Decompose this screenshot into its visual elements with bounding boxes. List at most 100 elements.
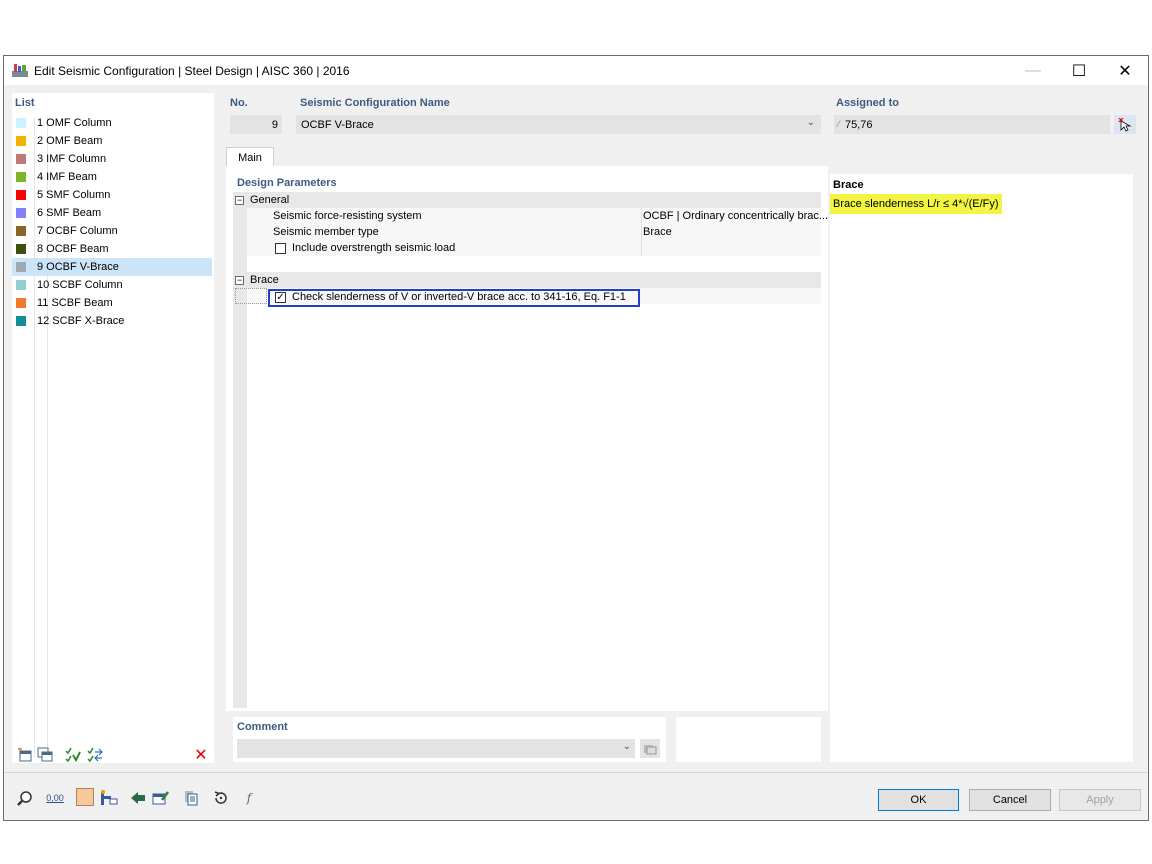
list-item[interactable]: 10 SCBF Column (12, 276, 212, 294)
general-group-row (233, 192, 821, 208)
color-swatch (16, 172, 26, 182)
formula-text: Brace slenderness L/r ≤ 4*√(E/Fy) (833, 198, 999, 210)
swap-items-icon[interactable] (86, 746, 104, 764)
no-header: No. (230, 97, 248, 109)
color-swatch (16, 262, 26, 272)
comment-combobox[interactable]: ⌄ (237, 739, 635, 758)
color-swatch (16, 154, 26, 164)
color-icon[interactable] (76, 788, 94, 806)
select-objects-button[interactable] (1114, 115, 1136, 134)
separator (4, 772, 1148, 773)
seismic-system-value[interactable]: OCBF | Ordinary concentrically brac... (643, 208, 828, 224)
no-field: 9 (230, 115, 282, 134)
list-item[interactable]: 11 SCBF Beam (12, 294, 212, 312)
grid-divider (641, 208, 642, 256)
maximize-button[interactable]: ☐ (1056, 56, 1102, 85)
general-label: General (250, 194, 290, 206)
apply-button[interactable]: Apply (1059, 789, 1141, 811)
copy-item-icon[interactable] (36, 746, 54, 764)
minimize-button[interactable]: — (1010, 56, 1056, 85)
list-item-label: 3 IMF Column (37, 153, 107, 165)
configuration-name-value: OCBF V-Brace (301, 119, 374, 131)
color-swatch (16, 280, 26, 290)
check-all-icon[interactable] (64, 746, 82, 764)
member-icon: ⁄ (838, 119, 840, 129)
list-items: 1 OMF Column 2 OMF Beam 3 IMF Column 4 I… (12, 114, 214, 334)
cancel-button[interactable]: Cancel (969, 789, 1051, 811)
list-item[interactable]: 12 SCBF X-Brace (12, 312, 212, 330)
structure-icon[interactable] (100, 789, 118, 807)
table-edit-icon[interactable] (152, 789, 170, 807)
overstrength-checkbox[interactable] (275, 242, 286, 254)
configuration-name-combobox[interactable]: OCBF V-Brace ⌄ (296, 115, 821, 134)
export-icon[interactable] (130, 789, 148, 807)
overstrength-label: Include overstrength seismic load (292, 242, 456, 254)
collapse-icon[interactable]: − (235, 275, 244, 285)
seismic-system-label: Seismic force-resisting system (273, 210, 422, 222)
list-item[interactable]: 6 SMF Beam (12, 204, 212, 222)
collapse-icon[interactable]: − (235, 195, 244, 205)
list-item-label: 12 SCBF X-Brace (37, 315, 125, 327)
list-item-label: 4 IMF Beam (37, 171, 97, 183)
list-item[interactable]: 5 SMF Column (12, 186, 212, 204)
list-toolbar: ✕ (12, 744, 214, 766)
list-panel: List 1 OMF Column 2 OMF Beam 3 IMF Colum… (12, 93, 214, 763)
comment-library-button[interactable] (640, 739, 660, 758)
list-item[interactable]: 4 IMF Beam (12, 168, 212, 186)
assigned-to-field[interactable]: ⁄ 75,76 (834, 115, 1110, 134)
color-swatch (16, 208, 26, 218)
color-swatch (16, 118, 26, 128)
color-swatch (16, 190, 26, 200)
list-item[interactable]: 2 OMF Beam (12, 132, 212, 150)
no-value: 9 (271, 119, 278, 131)
color-swatch (16, 226, 26, 236)
formula-highlight: Brace slenderness L/r ≤ 4*√(E/Fy) (830, 194, 1002, 214)
delete-icon[interactable]: ✕ (192, 746, 210, 764)
list-item-label: 2 OMF Beam (37, 135, 103, 147)
grid-gutter (233, 192, 247, 708)
search-icon[interactable] (16, 789, 34, 807)
brace-group-header[interactable]: − Brace (235, 272, 279, 288)
general-group-header[interactable]: − General (235, 192, 289, 208)
list-item-label: 6 SMF Beam (37, 207, 102, 219)
color-swatch (16, 136, 26, 146)
chevron-down-icon: ⌄ (806, 117, 815, 128)
new-item-icon[interactable] (16, 746, 34, 764)
list-item[interactable]: 3 IMF Column (12, 150, 212, 168)
list-item-label: 9 OCBF V-Brace (37, 261, 119, 273)
reset-icon[interactable] (212, 789, 230, 807)
chevron-down-icon: ⌄ (622, 741, 631, 752)
list-item-label: 11 SCBF Beam (37, 297, 113, 309)
list-header: List (15, 97, 35, 109)
slenderness-checkbox[interactable]: ✓ (275, 291, 286, 303)
function-icon[interactable]: f (240, 789, 258, 807)
document-icon[interactable] (182, 789, 200, 807)
list-item-label: 10 SCBF Column (37, 279, 123, 291)
comment-header: Comment (237, 721, 288, 733)
list-item[interactable]: 8 OCBF Beam (12, 240, 212, 258)
tab-main-label: Main (238, 152, 262, 164)
close-button[interactable]: ✕ (1102, 56, 1148, 85)
list-item-selected[interactable]: 9 OCBF V-Brace (12, 258, 212, 276)
tab-main[interactable]: Main (226, 147, 274, 168)
design-parameters-header: Design Parameters (237, 177, 337, 189)
slenderness-check-row[interactable]: ✓ Check slenderness of V or inverted-V b… (275, 289, 626, 305)
pick-cursor-icon (1118, 117, 1132, 132)
color-swatch (16, 244, 26, 254)
list-item-label: 8 OCBF Beam (37, 243, 109, 255)
list-item[interactable]: 7 OCBF Column (12, 222, 212, 240)
comment-panel: Comment ⌄ (233, 717, 666, 762)
overstrength-row[interactable]: Include overstrength seismic load (275, 240, 455, 256)
window-title: Edit Seismic Configuration | Steel Desig… (34, 64, 350, 78)
ok-button[interactable]: OK (878, 789, 959, 811)
color-swatch (16, 316, 26, 326)
slenderness-check-label: Check slenderness of V or inverted-V bra… (292, 291, 626, 303)
comment-preview (676, 717, 821, 762)
assigned-to-value: 75,76 (845, 119, 873, 131)
list-item-label: 5 SMF Column (37, 189, 111, 201)
list-item[interactable]: 1 OMF Column (12, 114, 212, 132)
units-icon[interactable]: 0,00 (44, 789, 66, 807)
info-header: Brace (833, 179, 864, 191)
member-type-value[interactable]: Brace (643, 224, 672, 240)
color-swatch (16, 298, 26, 308)
